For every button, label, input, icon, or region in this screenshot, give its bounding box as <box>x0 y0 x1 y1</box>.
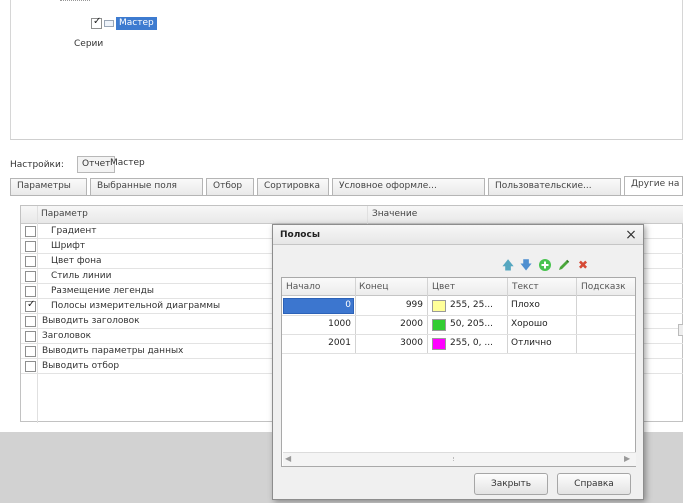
column-header-start[interactable]: Начало <box>286 282 320 292</box>
settings-tab-strip: Параметры Выбранные поля Отбор Сортировк… <box>10 176 683 196</box>
parameter-label: Стиль линии <box>51 271 112 281</box>
bands-table: Начало Конец Цвет Текст Подсказк 0 999 255… <box>281 277 636 467</box>
cell-end[interactable]: 3000 <box>360 338 423 348</box>
color-swatch <box>432 338 446 350</box>
row-checkbox[interactable] <box>25 286 36 297</box>
cell-start[interactable]: 2001 <box>286 338 351 348</box>
color-swatch <box>432 319 446 331</box>
column-header-text[interactable]: Текст <box>512 282 539 292</box>
row-checkbox[interactable] <box>25 299 36 312</box>
settings-tab-master[interactable]: Мастер <box>106 156 149 173</box>
row-checkbox[interactable] <box>25 346 36 357</box>
cell-color-value[interactable]: 50, 205... <box>450 319 493 329</box>
table-row[interactable]: 0 999 255, 25... Плохо <box>282 297 635 316</box>
value-select-button[interactable] <box>678 324 683 336</box>
parameter-label: Размещение легенды <box>51 286 154 296</box>
row-checkbox[interactable] <box>25 271 36 282</box>
parameter-label: Полосы измерительной диаграммы <box>51 301 221 311</box>
tab-parameters[interactable]: Параметры <box>10 178 87 195</box>
cell-end[interactable]: 2000 <box>360 319 423 329</box>
tree-item-checkbox[interactable] <box>91 16 102 29</box>
row-checkbox[interactable] <box>25 331 36 342</box>
row-checkbox[interactable] <box>25 241 36 252</box>
scroll-thumb[interactable] <box>453 457 456 461</box>
grid-header: Параметр Значение <box>21 206 683 224</box>
parameter-label: Заголовок <box>42 331 92 341</box>
parameter-label: Выводить отбор <box>42 361 120 371</box>
tab-other-settings[interactable]: Другие на <box>624 176 683 196</box>
dialog-titlebar: Полосы × <box>273 225 643 245</box>
column-header-end[interactable]: Конец <box>359 282 388 292</box>
bands-dialog: Полосы × 🡅 🡇 ✖ Начало Конец Цвет Текст П… <box>272 224 644 500</box>
bands-table-header: Начало Конец Цвет Текст Подсказк <box>282 278 635 296</box>
horizontal-scrollbar[interactable]: ◀ ▶ <box>283 452 636 466</box>
tree-item-series[interactable]: Серии <box>74 39 103 49</box>
column-header-value[interactable]: Значение <box>372 209 417 219</box>
cell-start[interactable]: 1000 <box>286 319 351 329</box>
settings-label: Настройки: <box>10 160 64 170</box>
add-icon[interactable] <box>538 258 552 272</box>
parameter-label: Шрифт <box>51 241 86 251</box>
close-button[interactable]: Закрыть <box>474 473 548 495</box>
row-checkbox[interactable] <box>25 316 36 327</box>
column-header-parameter[interactable]: Параметр <box>41 209 88 219</box>
parameter-label: Цвет фона <box>51 256 102 266</box>
move-down-icon[interactable]: 🡇 <box>519 258 533 272</box>
cell-color-value[interactable]: 255, 25... <box>450 300 493 310</box>
row-checkbox[interactable] <box>25 256 36 267</box>
tab-filter[interactable]: Отбор <box>206 178 254 195</box>
row-checkbox[interactable] <box>25 226 36 237</box>
cell-text[interactable]: Отлично <box>511 338 552 348</box>
cell-start[interactable]: 0 <box>286 300 351 310</box>
parameter-label: Выводить параметры данных <box>42 346 184 356</box>
cell-text[interactable]: Хорошо <box>511 319 548 329</box>
delete-icon[interactable]: ✖ <box>576 258 590 272</box>
tab-underline <box>10 195 683 196</box>
parameter-label: Градиент <box>51 226 97 236</box>
column-header-color[interactable]: Цвет <box>432 282 455 292</box>
tree-item-master[interactable]: Мастер <box>91 16 157 30</box>
tab-user-fields[interactable]: Пользовательские... <box>488 178 621 195</box>
column-header-tooltip[interactable]: Подсказк <box>581 282 626 292</box>
cell-end[interactable]: 999 <box>360 300 423 310</box>
parameter-label: Выводить заголовок <box>42 316 140 326</box>
tab-sorting[interactable]: Сортировка <box>257 178 329 195</box>
table-row[interactable]: 1000 2000 50, 205... Хорошо <box>282 316 635 335</box>
color-swatch <box>432 300 446 312</box>
tab-conditional-format[interactable]: Условное оформле... <box>332 178 485 195</box>
edit-icon[interactable] <box>557 258 571 272</box>
cell-text[interactable]: Плохо <box>511 300 540 310</box>
dialog-title: Полосы <box>280 230 320 240</box>
table-icon <box>104 19 114 27</box>
tab-selected-fields[interactable]: Выбранные поля <box>90 178 203 195</box>
close-icon[interactable]: × <box>623 226 639 244</box>
help-button[interactable]: Справка <box>557 473 631 495</box>
table-row[interactable]: 2001 3000 255, 0, ... Отлично <box>282 335 635 354</box>
row-checkbox[interactable] <box>25 361 36 372</box>
scroll-left-icon[interactable]: ◀ <box>285 454 291 463</box>
tree-item-label[interactable]: Мастер <box>116 16 157 30</box>
tree-connector <box>60 0 90 4</box>
move-up-icon[interactable]: 🡅 <box>501 258 515 272</box>
scroll-right-icon[interactable]: ▶ <box>624 454 630 463</box>
cell-color-value[interactable]: 255, 0, ... <box>450 338 493 348</box>
